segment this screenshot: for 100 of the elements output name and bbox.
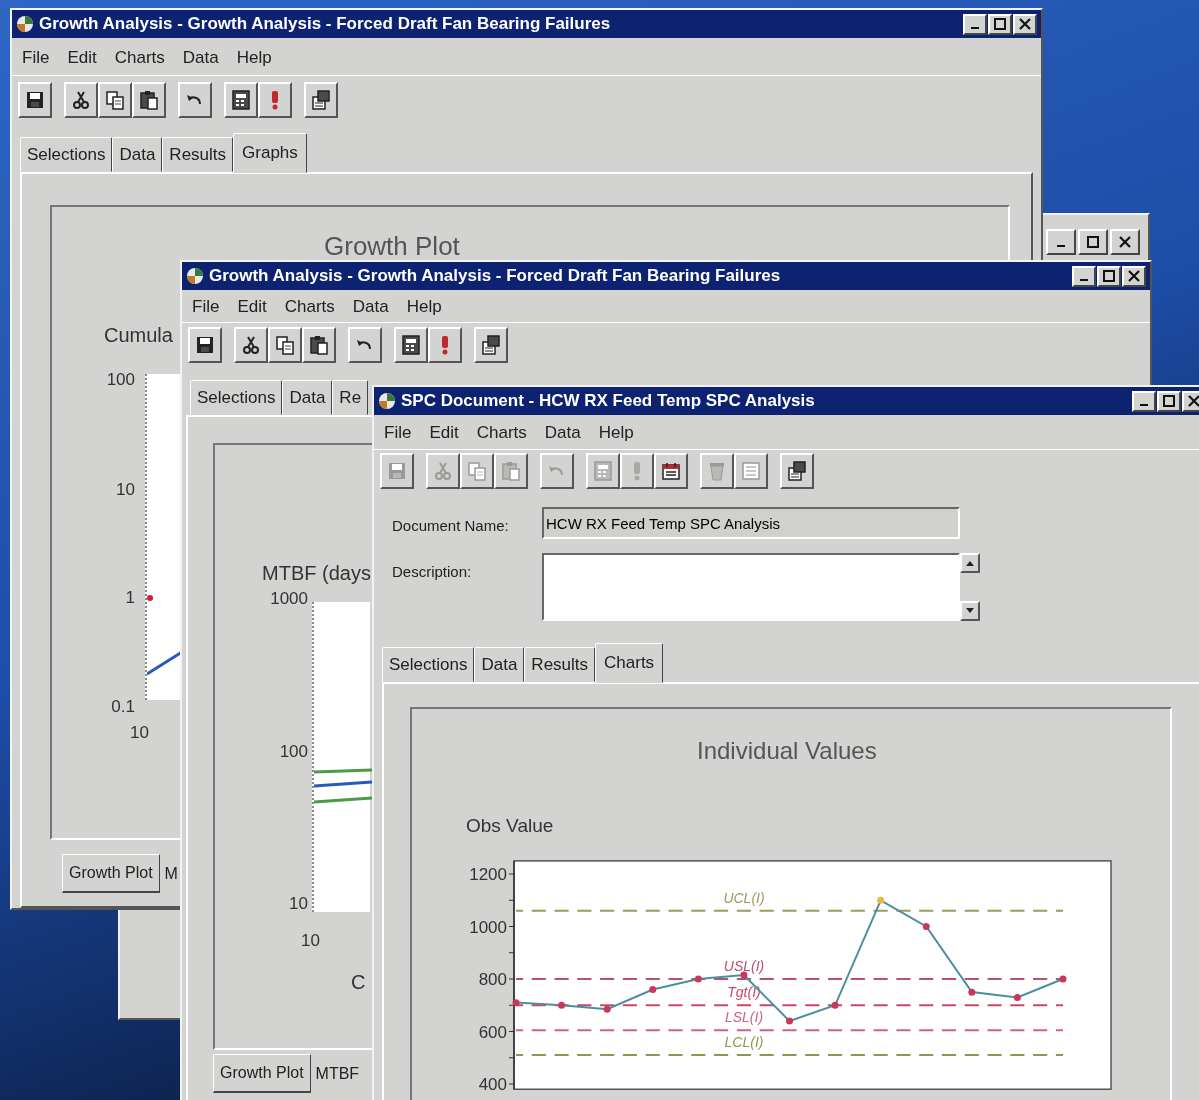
menu-item[interactable]: File [384, 420, 412, 442]
maximize-button[interactable] [1157, 390, 1181, 412]
tab[interactable]: Results [524, 646, 596, 682]
minimize-button[interactable] [1072, 265, 1096, 287]
menu-item[interactable]: Data [544, 420, 581, 442]
tab[interactable]: M [159, 854, 183, 893]
tab[interactable]: Charts [595, 642, 664, 683]
close-button[interactable] [1182, 390, 1199, 412]
menu-item[interactable]: Data [352, 294, 389, 315]
minimize-icon [1057, 245, 1065, 247]
close-icon [1187, 395, 1199, 407]
maximize-icon [1086, 236, 1100, 248]
menu-item[interactable]: Charts [284, 294, 335, 315]
menu-item[interactable]: Edit [237, 294, 267, 315]
copy-button[interactable] [268, 327, 302, 363]
close-button[interactable] [1122, 265, 1146, 287]
tab[interactable]: Growth Plot [62, 854, 160, 893]
axis-label: Obs Value [466, 814, 554, 838]
tab[interactable]: Selections [382, 646, 475, 682]
properties-icon [310, 89, 332, 111]
menu-item[interactable]: Charts [476, 420, 527, 442]
exclamation-icon [271, 90, 279, 110]
plot-line [314, 796, 372, 804]
menu-item[interactable]: File [192, 294, 220, 315]
calculator-icon [230, 89, 252, 111]
close-icon [1127, 270, 1141, 282]
paste-icon [308, 334, 330, 356]
calendar-button[interactable] [654, 453, 688, 489]
maximize-button[interactable] [1078, 229, 1108, 255]
menu-item[interactable]: Charts [114, 45, 165, 68]
minimize-button[interactable] [1046, 229, 1076, 255]
calculator-button[interactable] [224, 82, 258, 118]
properties-button[interactable] [304, 82, 338, 118]
tick-label: 10 [115, 479, 135, 501]
save-button[interactable] [18, 82, 52, 118]
tab[interactable]: Data [282, 379, 333, 415]
close-button[interactable] [1110, 229, 1140, 255]
plot-line [314, 768, 372, 774]
scroll-down-button[interactable] [960, 601, 980, 621]
tab[interactable]: Selections [20, 136, 113, 172]
save-icon [386, 460, 408, 482]
alert-button[interactable] [428, 327, 462, 363]
tab[interactable]: MTBF [310, 1054, 365, 1093]
plot-line [314, 780, 372, 788]
tick-label: 10 [301, 930, 320, 952]
close-button[interactable] [1013, 13, 1037, 35]
cut-button[interactable] [64, 82, 98, 118]
scissors-icon [432, 460, 454, 482]
tab[interactable]: Graphs [233, 132, 307, 173]
minimize-button[interactable] [963, 13, 987, 35]
paste-button[interactable] [302, 327, 336, 363]
copy-icon [274, 334, 296, 356]
limit-label: UCL(I) [723, 889, 765, 906]
tick-label: 1000 [469, 917, 507, 937]
alert-button[interactable] [258, 82, 292, 118]
menu-item[interactable]: Help [598, 420, 634, 442]
maximize-icon [1102, 270, 1116, 282]
menu-item[interactable]: Edit [67, 45, 97, 68]
menu-item[interactable]: Help [406, 294, 442, 315]
calculator-icon [400, 334, 422, 356]
data-point [147, 595, 153, 601]
menu-item[interactable]: Data [182, 45, 219, 68]
tab[interactable]: Data [112, 136, 163, 172]
scroll-up-button[interactable] [960, 553, 980, 573]
chart-title: Growth Plot [324, 230, 460, 263]
tick-label: 400 [478, 1075, 507, 1094]
maximize-button[interactable] [1097, 265, 1121, 287]
save-icon [24, 89, 46, 111]
paste-button[interactable] [132, 82, 166, 118]
tick-label: 10 [288, 893, 308, 915]
calculator-button[interactable] [394, 327, 428, 363]
properties-icon [480, 334, 502, 356]
properties-button[interactable] [474, 327, 508, 363]
properties-button[interactable] [780, 453, 814, 489]
maximize-button[interactable] [988, 13, 1012, 35]
menu-item[interactable]: File [22, 45, 50, 68]
minimize-icon [1080, 279, 1088, 281]
tab[interactable]: Re [332, 379, 369, 415]
tab[interactable]: Growth Plot [213, 1054, 311, 1093]
menu-item[interactable]: Help [236, 45, 272, 68]
tab[interactable]: Selections [190, 379, 283, 415]
copy-button[interactable] [98, 82, 132, 118]
tab[interactable]: Results [162, 136, 234, 172]
cut-button[interactable] [234, 327, 268, 363]
menu-item[interactable]: Edit [429, 420, 459, 442]
save-button[interactable] [188, 327, 222, 363]
window-title: SPC Document - HCW RX Feed Temp SPC Analysis [401, 390, 815, 413]
properties-icon [786, 460, 808, 482]
paste-icon [138, 89, 160, 111]
undo-button[interactable] [178, 82, 212, 118]
tab[interactable]: Data [474, 646, 525, 682]
chart-title: Individual Values [697, 736, 877, 766]
app-icon [16, 15, 34, 33]
down-arrow-icon [966, 608, 974, 614]
minimize-button[interactable] [1132, 390, 1156, 412]
text-area[interactable] [542, 553, 960, 621]
app-icon [378, 392, 396, 410]
undo-button[interactable] [348, 327, 382, 363]
tick-label: 10 [130, 722, 149, 744]
calculator-icon [592, 460, 614, 482]
